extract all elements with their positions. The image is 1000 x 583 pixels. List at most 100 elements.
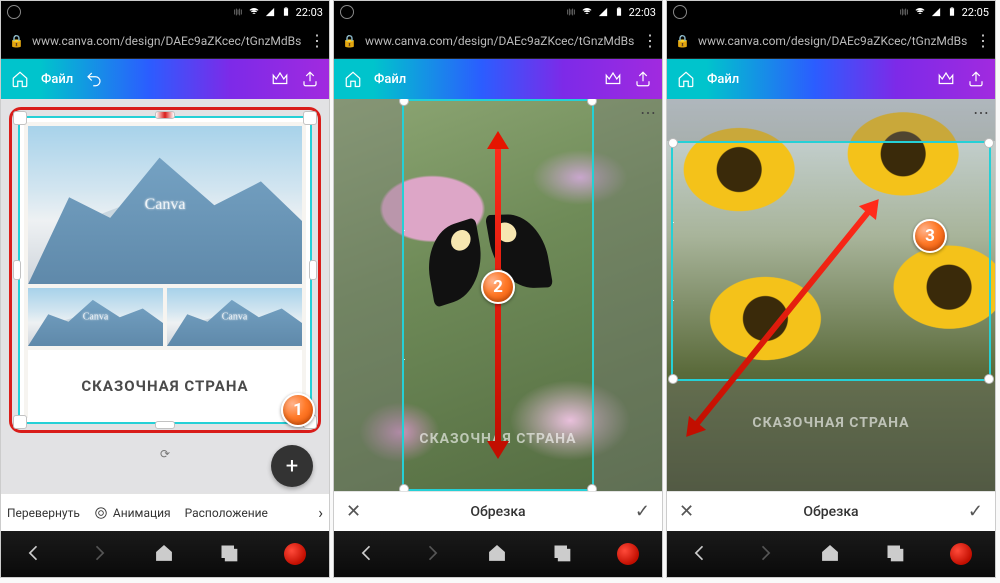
tabs-button[interactable] xyxy=(219,543,239,566)
crown-icon[interactable] xyxy=(937,70,955,88)
back-button[interactable] xyxy=(24,543,44,566)
more-chevron-icon[interactable]: › xyxy=(318,503,323,522)
home-icon[interactable] xyxy=(677,70,695,88)
selection-frame[interactable]: Canva Canva Canva СКАЗОЧНАЯ СТРАНА xyxy=(18,116,312,424)
share-icon[interactable] xyxy=(967,70,985,88)
forward-button xyxy=(89,543,109,566)
undo-icon[interactable] xyxy=(85,70,103,88)
crop-label: Обрезка xyxy=(803,504,858,520)
opera-icon[interactable] xyxy=(284,543,306,565)
tabs-button[interactable] xyxy=(552,543,572,566)
screenshot-1: 22:03 🔒 www.canva.com/design/DAEc9aZKcec… xyxy=(0,0,330,578)
status-bar: 22:03 xyxy=(334,1,662,23)
signal-icon xyxy=(930,7,942,17)
animation-button[interactable]: Анимация xyxy=(94,506,171,520)
home-button[interactable] xyxy=(487,543,507,566)
wifi-icon xyxy=(914,7,926,17)
nfc-icon xyxy=(232,7,244,17)
position-button[interactable]: Расположение xyxy=(185,506,268,520)
battery-icon xyxy=(613,7,625,17)
annotation-badge-1: 1 xyxy=(281,393,315,427)
back-button[interactable] xyxy=(357,543,377,566)
url-text: www.canva.com/design/DAEc9aZKcec/tGnzMdB… xyxy=(32,34,301,48)
browser-menu-icon[interactable]: ⋮ xyxy=(309,33,325,49)
resize-handle[interactable] xyxy=(13,260,21,280)
wifi-icon xyxy=(248,7,260,17)
rotate-icon[interactable]: ⟳ xyxy=(160,447,170,461)
photo-slot-main[interactable]: Canva xyxy=(28,126,302,284)
crop-handle[interactable] xyxy=(587,484,597,491)
caption-ghost: СКАЗОЧНАЯ СТРАНА xyxy=(752,415,909,431)
url-bar[interactable]: 🔒 www.canva.com/design/DAEc9aZKcec/tGnzM… xyxy=(1,23,329,59)
tabs-button[interactable] xyxy=(885,543,905,566)
opera-icon[interactable] xyxy=(617,543,639,565)
forward-button xyxy=(755,543,775,566)
browser-menu-icon[interactable]: ⋮ xyxy=(642,33,658,49)
resize-handle[interactable] xyxy=(155,111,175,119)
browser-menu-icon[interactable]: ⋮ xyxy=(975,33,991,49)
cancel-crop-button[interactable]: ✕ xyxy=(346,501,361,522)
browser-nav xyxy=(334,531,662,577)
canvas-area[interactable]: СКАЗОЧНАЯ СТРАНА ⋯ 2 xyxy=(334,99,662,491)
flip-button[interactable]: Перевернуть xyxy=(7,506,80,520)
animation-icon xyxy=(94,506,108,520)
file-menu[interactable]: Файл xyxy=(41,72,73,87)
wifi-icon xyxy=(581,7,593,17)
clock: 22:03 xyxy=(629,6,656,19)
url-text: www.canva.com/design/DAEc9aZKcec/tGnzMdB… xyxy=(365,34,634,48)
more-icon[interactable]: ⋯ xyxy=(640,103,656,122)
photo-slot-small-2[interactable]: Canva xyxy=(167,288,302,346)
share-icon[interactable] xyxy=(634,70,652,88)
lock-icon: 🔒 xyxy=(9,34,24,48)
browser-nav xyxy=(1,531,329,577)
file-menu[interactable]: Файл xyxy=(374,72,406,87)
url-bar[interactable]: 🔒 www.canva.com/design/DAEc9aZKcec/tGnzM… xyxy=(334,23,662,59)
cancel-crop-button[interactable]: ✕ xyxy=(679,501,694,522)
resize-handle[interactable] xyxy=(309,260,317,280)
confirm-crop-button[interactable]: ✓ xyxy=(968,501,983,522)
url-bar[interactable]: 🔒 www.canva.com/design/DAEc9aZKcec/tGnzM… xyxy=(667,23,995,59)
forward-button xyxy=(422,543,442,566)
design-template[interactable]: Canva Canva Canva СКАЗОЧНАЯ СТРАНА xyxy=(24,122,306,418)
crop-handle[interactable] xyxy=(399,484,409,491)
file-menu[interactable]: Файл xyxy=(707,72,739,87)
resize-handle[interactable] xyxy=(155,421,175,429)
home-button[interactable] xyxy=(820,543,840,566)
crown-icon[interactable] xyxy=(271,70,289,88)
crop-handle[interactable] xyxy=(984,374,994,384)
more-icon[interactable]: ⋯ xyxy=(973,103,989,122)
resize-handle[interactable] xyxy=(13,111,27,125)
context-toolbar: Перевернуть Анимация Расположение › xyxy=(1,493,329,531)
share-icon[interactable] xyxy=(301,70,319,88)
home-icon[interactable] xyxy=(344,70,362,88)
resize-handle[interactable] xyxy=(303,111,317,125)
signal-icon xyxy=(597,7,609,17)
lock-icon: 🔒 xyxy=(675,34,690,48)
home-icon[interactable] xyxy=(11,70,29,88)
caption-text[interactable]: СКАЗОЧНАЯ СТРАНА xyxy=(28,350,302,422)
crop-dim-area xyxy=(667,99,995,141)
screenshot-3: 22:05 🔒 www.canva.com/design/DAEc9aZKcec… xyxy=(666,0,996,578)
home-button[interactable] xyxy=(154,543,174,566)
photo-slot-small-1[interactable]: Canva xyxy=(28,288,163,346)
add-button[interactable]: + xyxy=(271,445,313,487)
back-button[interactable] xyxy=(690,543,710,566)
crop-dim-area xyxy=(334,99,402,491)
screenshot-2: 22:03 🔒 www.canva.com/design/DAEc9aZKcec… xyxy=(333,0,663,578)
resize-handle[interactable] xyxy=(13,415,27,429)
annotation-badge-3: 3 xyxy=(913,219,947,253)
nfc-icon xyxy=(898,7,910,17)
annotation-highlight: Canva Canva Canva СКАЗОЧНАЯ СТРАНА xyxy=(9,107,321,433)
crop-handle[interactable] xyxy=(668,138,678,148)
clock: 22:03 xyxy=(296,6,323,19)
lock-icon: 🔒 xyxy=(342,34,357,48)
crop-handle[interactable] xyxy=(668,374,678,384)
opera-icon[interactable] xyxy=(950,543,972,565)
crown-icon[interactable] xyxy=(604,70,622,88)
canvas-area[interactable]: Canva Canva Canva СКАЗОЧНАЯ СТРАНА ⟳ xyxy=(1,99,329,493)
crop-handle[interactable] xyxy=(984,138,994,148)
crop-handle[interactable] xyxy=(399,99,409,106)
crop-toolbar: ✕ Обрезка ✓ xyxy=(667,491,995,531)
canvas-area[interactable]: СКАЗОЧНАЯ СТРАНА ⋯ 3 xyxy=(667,99,995,491)
confirm-crop-button[interactable]: ✓ xyxy=(635,501,650,522)
